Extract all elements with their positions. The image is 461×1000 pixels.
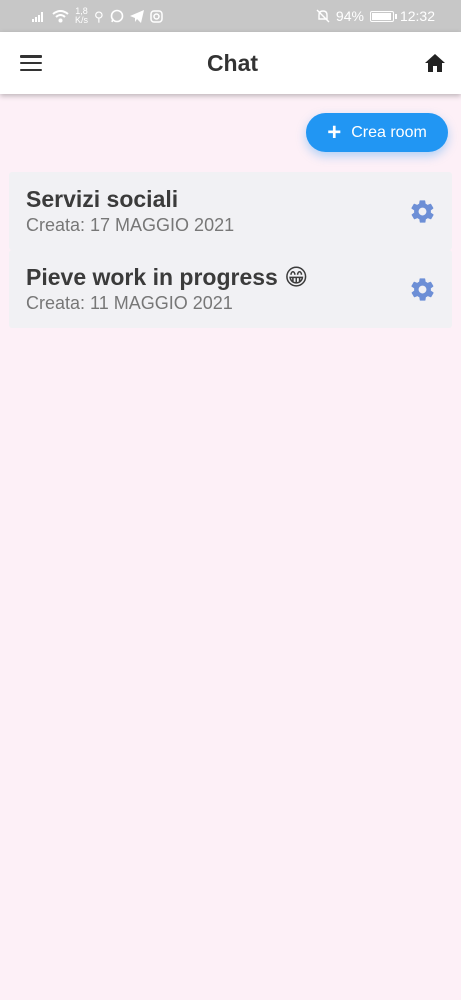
- app-bar: Chat: [0, 32, 461, 94]
- instagram-icon: [149, 9, 163, 23]
- status-left: 1,8 K/s ⚲: [32, 7, 163, 25]
- telegram-icon: [129, 9, 144, 23]
- gear-icon[interactable]: [409, 276, 436, 303]
- network-speed-unit: K/s: [75, 15, 89, 25]
- status-right: 94% 12:32: [316, 8, 435, 24]
- room-text: Pieve work in progress 😁 Creata: 11 MAGG…: [26, 264, 308, 314]
- battery-percent: 94%: [335, 8, 364, 24]
- wifi-icon: [52, 9, 69, 22]
- plus-icon: +: [327, 118, 342, 146]
- room-created-date: Creata: 11 MAGGIO 2021: [26, 293, 233, 313]
- signal-icon: [32, 12, 43, 22]
- room-name: Pieve work in progress 😁: [26, 264, 309, 290]
- room-created-date: Creata: 17 MAGGIO 2021: [26, 215, 235, 235]
- room-name: Servizi sociali: [26, 186, 179, 212]
- page-title: Chat: [206, 49, 259, 76]
- network-speed: 1,8 K/s: [75, 7, 88, 25]
- home-icon[interactable]: [423, 51, 447, 75]
- room-text: Servizi sociali Creata: 17 MAGGIO 2021: [26, 186, 234, 236]
- usb-icon: ⚲: [94, 8, 104, 24]
- room-list: Servizi sociali Creata: 17 MAGGIO 2021 P…: [9, 172, 452, 328]
- battery-icon: [369, 10, 397, 22]
- clock: 12:32: [399, 8, 435, 24]
- room-item[interactable]: Pieve work in progress 😁 Creata: 11 MAGG…: [9, 250, 452, 328]
- status-bar: 1,8 K/s ⚲ 94% 12:32: [0, 0, 461, 32]
- create-room-label: Crea room: [351, 123, 427, 141]
- menu-icon[interactable]: [20, 55, 42, 71]
- room-item[interactable]: Servizi sociali Creata: 17 MAGGIO 2021: [9, 172, 452, 250]
- bell-off-icon: [316, 9, 330, 23]
- whatsapp-icon: [110, 9, 123, 23]
- create-room-button[interactable]: + Crea room: [306, 113, 448, 152]
- gear-icon[interactable]: [409, 198, 436, 225]
